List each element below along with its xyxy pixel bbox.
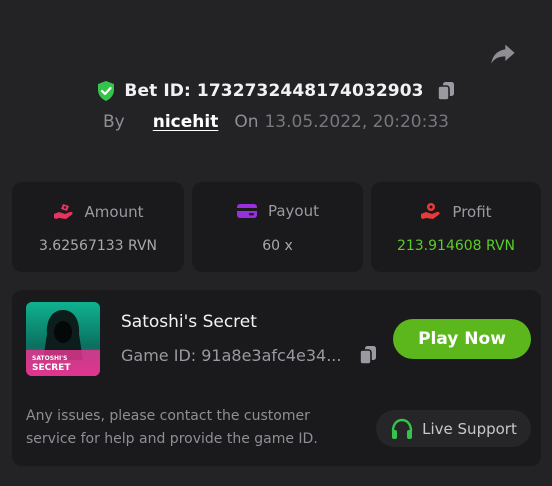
- live-support-label: Live Support: [422, 419, 517, 438]
- game-thumbnail-art: SATOSHI'S SECRET: [26, 302, 100, 376]
- svg-text:SECRET: SECRET: [32, 363, 71, 373]
- amount-label: Amount: [84, 203, 144, 221]
- money-hand-icon: [53, 204, 73, 219]
- game-title: Satoshi's Secret: [121, 312, 257, 332]
- svg-text:SATOSHI'S: SATOSHI'S: [32, 355, 67, 362]
- copy-icon[interactable]: [436, 80, 456, 102]
- profit-card: Profit 213.914608 RVN: [371, 182, 541, 272]
- game-id: Game ID: 91a8e3afc4e34...: [121, 346, 342, 365]
- by-label: By: [103, 112, 125, 132]
- on-label: On: [234, 112, 259, 132]
- bet-id: Bet ID: 1732732448174032903: [124, 81, 424, 101]
- game-card: SATOSHI'S SECRET Satoshi's Secret Game I…: [12, 290, 541, 466]
- amount-header: Amount: [12, 202, 184, 222]
- bet-meta-row: By nicehit On 13.05.2022, 20:20:33: [0, 112, 552, 132]
- live-support-button[interactable]: Live Support: [376, 410, 531, 447]
- shield-check-icon: [98, 81, 115, 101]
- profit-header: Profit: [371, 202, 541, 222]
- profit-hand-icon: [421, 203, 441, 219]
- headset-icon: [391, 418, 413, 439]
- payout-card: Payout 60 x: [192, 182, 363, 272]
- amount-value: 3.62567133 RVN: [38, 238, 158, 254]
- payout-value: 60 x: [262, 238, 293, 254]
- payout-label: Payout: [267, 202, 319, 220]
- support-message: Any issues, please contact the customer …: [26, 408, 318, 447]
- timestamp: 13.05.2022, 20:20:33: [264, 112, 449, 132]
- share-icon[interactable]: [488, 40, 518, 68]
- profit-value: 213.914608 RVN: [396, 238, 516, 254]
- game-thumbnail[interactable]: SATOSHI'S SECRET: [26, 302, 100, 376]
- copy-icon[interactable]: [358, 344, 378, 366]
- profit-label: Profit: [452, 203, 492, 221]
- bet-id-row: Bet ID: 1732732448174032903: [0, 80, 552, 102]
- amount-card: Amount 3.62567133 RVN: [12, 182, 184, 272]
- play-now-button[interactable]: Play Now: [393, 319, 531, 359]
- username-link[interactable]: nicehit: [153, 112, 219, 132]
- wallet-icon: [236, 204, 257, 218]
- payout-header: Payout: [192, 202, 363, 220]
